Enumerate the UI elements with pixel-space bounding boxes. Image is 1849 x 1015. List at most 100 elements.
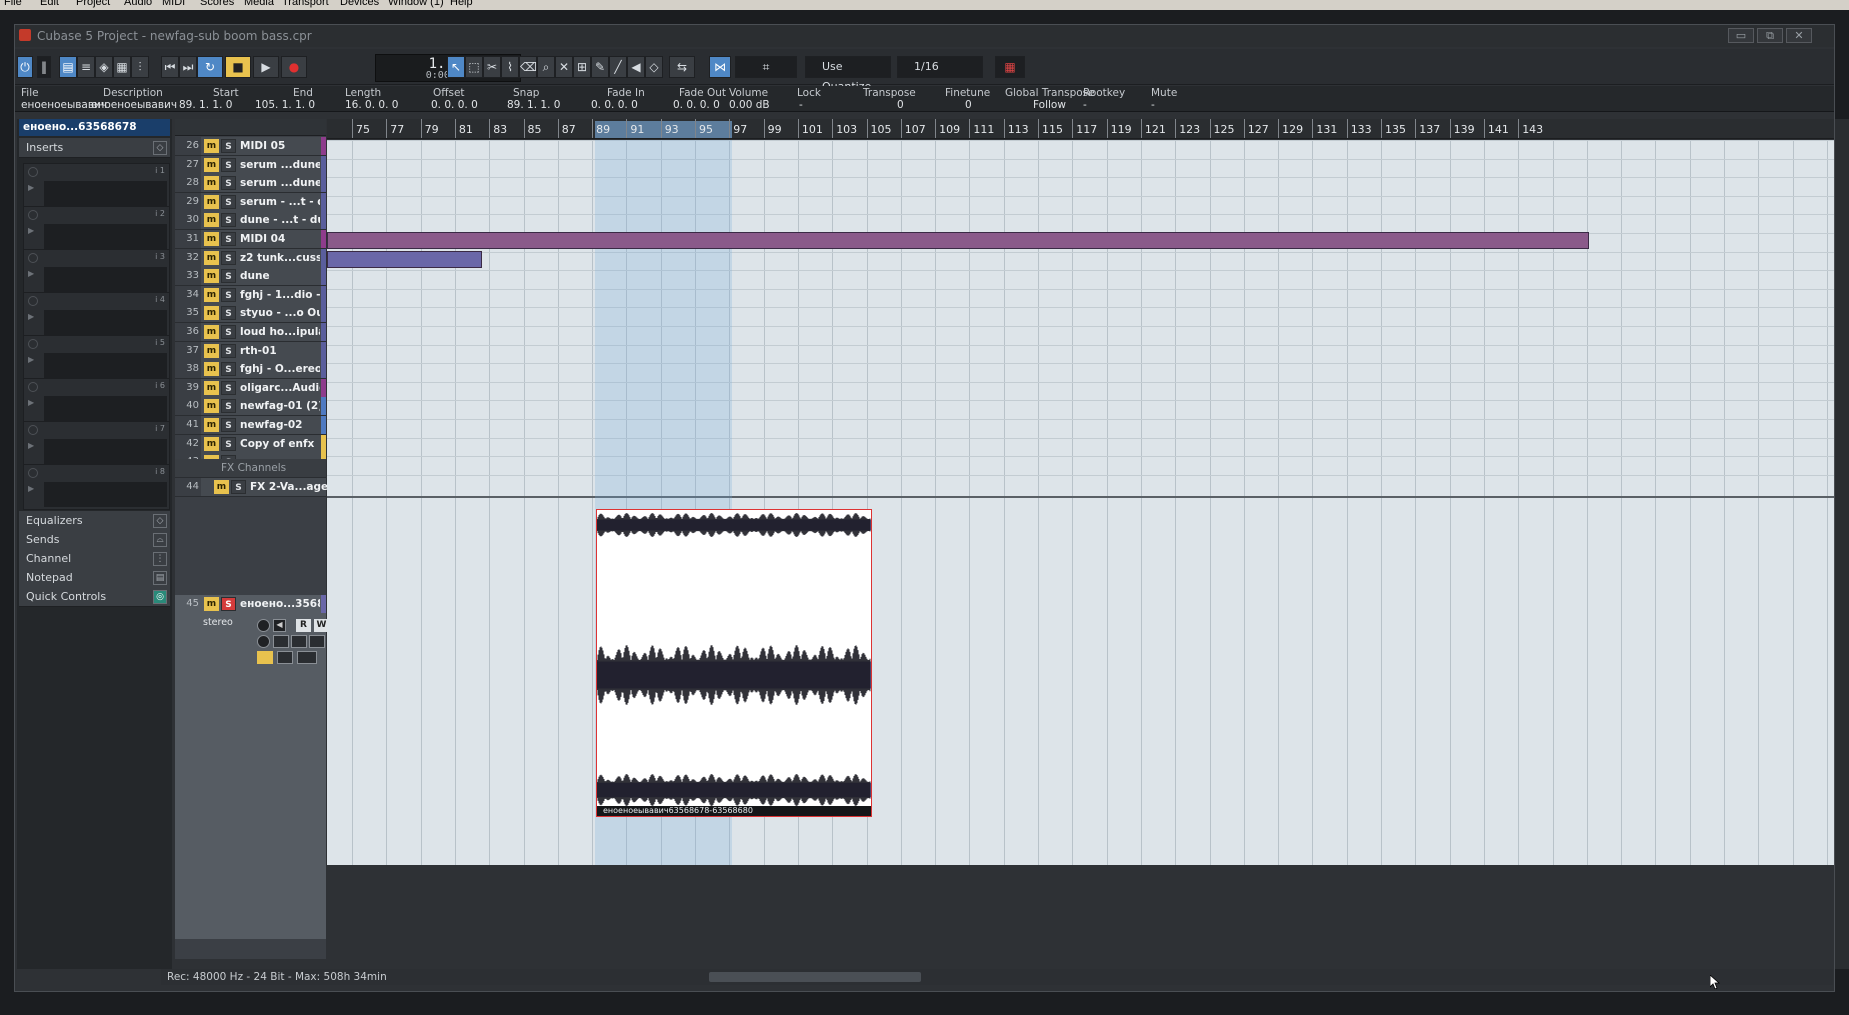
record-enable-icon[interactable] [257, 619, 270, 632]
solo-button[interactable]: S [221, 232, 236, 246]
track-row[interactable]: 34mSfghj - 1...dio - 678 [175, 285, 326, 305]
mute-button[interactable]: m [204, 380, 219, 395]
activate-project-icon[interactable]: ⏻ [17, 56, 33, 78]
mute-button[interactable]: m [204, 343, 219, 358]
mute-button[interactable]: m [204, 418, 219, 432]
slot-power-icon[interactable] [28, 468, 38, 478]
slot-expand-icon[interactable]: ▶ [28, 355, 34, 364]
pool-toggle-icon[interactable]: ▦ [113, 56, 131, 78]
slot-expand-icon[interactable]: ▶ [28, 398, 34, 407]
slot-power-icon[interactable] [28, 296, 38, 306]
mute-button[interactable]: m [214, 480, 229, 494]
line-tool-icon[interactable]: ╱ [609, 56, 627, 78]
track-row[interactable]: 38mSfghj - O...ereo Out [175, 360, 326, 380]
inspector-section-1[interactable]: Sends ⌓ [19, 530, 170, 550]
info-value-6[interactable]: 89. 1. 1. 0 [507, 99, 560, 111]
mute-button[interactable]: m [204, 287, 219, 302]
track-row[interactable]: 42 m S Copy of enfx [175, 434, 326, 454]
solo-button[interactable]: S [221, 418, 236, 432]
info-value-4[interactable]: 16. 0. 0. 0 [345, 99, 398, 111]
audio-part[interactable] [327, 251, 482, 268]
read-automation-button[interactable]: R [296, 619, 311, 632]
slot-field[interactable] [44, 396, 167, 421]
solo-button[interactable]: S [221, 325, 236, 339]
slot-field[interactable] [44, 181, 167, 206]
inserts-section[interactable]: Inserts ◇ [19, 138, 170, 158]
menu-2[interactable]: Project [76, 0, 110, 8]
info-value-13[interactable]: Follow [1033, 99, 1066, 111]
play-tool-icon[interactable]: ◀ [627, 56, 645, 78]
draw-tool-icon[interactable]: ✎ [591, 56, 609, 78]
info-value-11[interactable]: 0 [897, 99, 904, 111]
info-value-14[interactable]: - [1083, 99, 1087, 111]
cycle-icon[interactable]: ↻ [197, 56, 223, 78]
solo-button[interactable]: S [221, 399, 236, 414]
slot-power-icon[interactable] [28, 253, 38, 263]
horizontal-scroll-thumb[interactable] [709, 972, 921, 982]
inspector-section-3[interactable]: Notepad ▤ [19, 568, 170, 588]
slot-power-icon[interactable] [28, 210, 38, 220]
go-to-end-icon[interactable]: ⏭ [179, 56, 197, 78]
color-tool-icon[interactable]: ◇ [645, 56, 663, 78]
mute-tool-icon[interactable]: ✕ [555, 56, 573, 78]
mute-button[interactable]: m [204, 139, 219, 153]
audio-track[interactable]: 45 m S еноено...3568678 stereo ◀ R W [175, 595, 329, 939]
track-row[interactable]: 30mSdune - ...t - dune [175, 211, 326, 231]
sends-bypass-icon[interactable] [309, 635, 325, 648]
track-row[interactable]: 31 m S MIDI 04 [175, 230, 326, 249]
mute-button[interactable]: m [204, 436, 219, 451]
solo-button[interactable]: S [221, 157, 236, 172]
info-value-9[interactable]: 0.00 dB [729, 99, 770, 111]
slot-field[interactable] [44, 310, 167, 335]
slot-power-icon[interactable] [28, 167, 38, 177]
menu-9[interactable]: Window (1) [388, 0, 444, 8]
section-icon[interactable]: ◎ [153, 590, 167, 604]
track-row[interactable]: 32mSz2 tunk...cussive [175, 248, 326, 268]
track-row[interactable]: 36mSloud ho...ipulator [175, 323, 326, 342]
mixer-toggle-icon[interactable]: ⫶ [131, 56, 149, 78]
infoline-toggle-icon[interactable]: ≡ [77, 56, 95, 78]
mute-button[interactable]: m [204, 232, 219, 246]
info-value-7[interactable]: 0. 0. 0. 0 [591, 99, 638, 111]
zoom-tool-icon[interactable]: ⌕ [537, 56, 555, 78]
solo-button[interactable]: S [221, 343, 236, 358]
slot-field[interactable] [44, 482, 167, 507]
menu-1[interactable]: Edit [40, 0, 59, 8]
section-icon[interactable]: ◇ [153, 514, 167, 528]
folder-track[interactable]: FX Channels [175, 459, 326, 478]
track-row[interactable]: 40 m Snewfag-01 (2) [175, 397, 326, 417]
solo-button[interactable]: S [231, 480, 246, 494]
info-value-15[interactable]: - [1151, 99, 1155, 111]
close-button[interactable]: ✕ [1786, 28, 1812, 43]
minimize-button[interactable]: ▭ [1728, 28, 1754, 43]
timewarp-tool-icon[interactable]: ⊞ [573, 56, 591, 78]
inspector-toggle-icon[interactable]: ▤ [59, 56, 77, 78]
solo-button[interactable]: S [221, 597, 236, 611]
solo-button[interactable]: S [221, 306, 236, 321]
menu-6[interactable]: Media [244, 0, 274, 8]
track-row[interactable]: 26 m S MIDI 05 [175, 137, 326, 156]
go-to-start-icon[interactable]: ⏮ [161, 56, 179, 78]
record-icon[interactable]: ● [281, 56, 307, 78]
track-row[interactable]: 33 m Sdune [175, 267, 326, 287]
insert-slot[interactable]: i 6 ▶ [23, 378, 170, 424]
solo-button[interactable]: S [221, 194, 236, 209]
track-row[interactable]: 35mSstyuo - ...o Out (2) [175, 304, 326, 324]
menu-10[interactable]: Help [450, 0, 473, 8]
split-tool-icon[interactable]: ✂ [483, 56, 501, 78]
musical-timebase-icon[interactable] [257, 651, 273, 664]
info-value-2[interactable]: 89. 1. 1. 0 [179, 99, 232, 111]
slot-expand-icon[interactable]: ▶ [28, 226, 34, 235]
inspector-track-name[interactable]: еноенo...63568678 [19, 119, 170, 136]
mute-button[interactable]: m [204, 250, 219, 265]
mute-button[interactable]: m [204, 325, 219, 339]
insert-bypass-icon[interactable] [273, 635, 289, 648]
track-row[interactable]: 29mSserum - ...t - dune [175, 192, 326, 212]
section-icon[interactable]: ▤ [153, 571, 167, 585]
info-value-12[interactable]: 0 [965, 99, 972, 111]
color-select-icon[interactable]: ▦ [995, 56, 1025, 78]
slot-field[interactable] [44, 267, 167, 292]
info-value-10[interactable]: - [799, 99, 803, 111]
lanes-icon[interactable] [297, 651, 317, 664]
inserts-bypass-icon[interactable]: ◇ [153, 141, 167, 155]
